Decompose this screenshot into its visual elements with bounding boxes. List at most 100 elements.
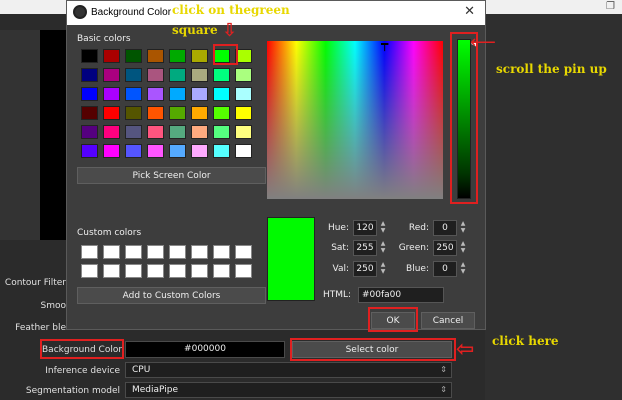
- close-icon[interactable]: ✕: [464, 4, 475, 19]
- updown-icon: ⇕: [440, 385, 447, 394]
- basic-color-swatch[interactable]: [103, 49, 120, 63]
- basic-color-swatch[interactable]: [213, 87, 230, 101]
- updown-icon: ⇕: [440, 365, 447, 374]
- custom-color-swatch[interactable]: [147, 245, 164, 259]
- custom-color-swatch[interactable]: [235, 245, 252, 259]
- custom-color-swatch[interactable]: [191, 245, 208, 259]
- hue-spin-arrows[interactable]: ▲ ▼: [378, 220, 388, 236]
- restore-icon[interactable]: ❐: [606, 1, 615, 12]
- custom-color-swatch[interactable]: [125, 264, 142, 278]
- basic-color-swatch[interactable]: [213, 106, 230, 120]
- highlight-ok-button: [368, 307, 418, 332]
- highlight-green-square: [213, 44, 238, 65]
- basic-color-swatch[interactable]: [125, 87, 142, 101]
- red-spinbox[interactable]: 0: [433, 220, 457, 236]
- custom-color-swatch[interactable]: [169, 264, 186, 278]
- basic-color-swatch[interactable]: [169, 106, 186, 120]
- smooth-label: Smoo: [40, 301, 67, 311]
- basic-color-swatch[interactable]: [169, 68, 186, 82]
- basic-color-swatch[interactable]: [103, 87, 120, 101]
- custom-color-swatch[interactable]: [191, 264, 208, 278]
- basic-color-swatch[interactable]: [81, 106, 98, 120]
- basic-color-swatch[interactable]: [169, 87, 186, 101]
- feather-label: Feather ble: [15, 323, 66, 333]
- custom-color-swatch[interactable]: [103, 264, 120, 278]
- basic-color-swatch[interactable]: [235, 106, 252, 120]
- blue-spin-arrows[interactable]: ▲ ▼: [458, 261, 468, 277]
- custom-colors-label: Custom colors: [77, 228, 142, 238]
- basic-color-swatch[interactable]: [81, 87, 98, 101]
- color-spectrum[interactable]: ┯: [267, 38, 443, 199]
- basic-color-swatch[interactable]: [147, 106, 164, 120]
- basic-color-swatch[interactable]: [81, 49, 98, 63]
- custom-color-swatch[interactable]: [235, 264, 252, 278]
- basic-color-swatch[interactable]: [125, 106, 142, 120]
- color-preview: [267, 217, 315, 301]
- custom-color-swatch[interactable]: [81, 264, 98, 278]
- basic-color-swatch[interactable]: [103, 68, 120, 82]
- pick-screen-color-button[interactable]: Pick Screen Color: [77, 167, 266, 184]
- basic-color-swatch[interactable]: [191, 106, 208, 120]
- custom-color-swatch[interactable]: [81, 245, 98, 259]
- custom-color-swatch[interactable]: [125, 245, 142, 259]
- red-spin-arrows[interactable]: ▲ ▼: [458, 220, 468, 236]
- basic-color-swatch[interactable]: [169, 125, 186, 139]
- basic-color-swatch[interactable]: [169, 49, 186, 63]
- green-spinbox[interactable]: 250: [433, 240, 457, 256]
- custom-color-swatch[interactable]: [147, 264, 164, 278]
- basic-color-swatch[interactable]: [235, 87, 252, 101]
- preview-area: [40, 30, 68, 240]
- basic-color-swatch[interactable]: [213, 125, 230, 139]
- basic-color-swatch[interactable]: [147, 49, 164, 63]
- basic-color-swatch[interactable]: [147, 87, 164, 101]
- basic-color-swatch[interactable]: [191, 144, 208, 158]
- basic-color-swatch[interactable]: [169, 144, 186, 158]
- basic-color-swatch[interactable]: [125, 144, 142, 158]
- custom-color-swatch[interactable]: [213, 245, 230, 259]
- basic-color-swatch[interactable]: [235, 125, 252, 139]
- down-arrow-icon: ⇩: [222, 20, 238, 41]
- basic-color-swatch[interactable]: [235, 68, 252, 82]
- basic-color-swatch[interactable]: [213, 144, 230, 158]
- custom-color-swatch[interactable]: [213, 264, 230, 278]
- basic-color-swatch[interactable]: [147, 68, 164, 82]
- val-spinbox[interactable]: 250: [353, 261, 377, 277]
- cancel-button[interactable]: Cancel: [421, 312, 475, 329]
- sat-spin-arrows[interactable]: ▲ ▼: [378, 240, 388, 256]
- html-field[interactable]: #00fa00: [358, 287, 444, 303]
- basic-color-swatch[interactable]: [235, 144, 252, 158]
- basic-color-swatch[interactable]: [191, 49, 208, 63]
- custom-color-swatch[interactable]: [103, 245, 120, 259]
- basic-color-swatch[interactable]: [147, 125, 164, 139]
- highlight-select-color-button: [290, 338, 456, 361]
- basic-color-swatch[interactable]: [147, 144, 164, 158]
- basic-color-swatch[interactable]: [103, 106, 120, 120]
- hue-spinbox[interactable]: 120: [353, 220, 377, 236]
- dialog-title: Background Color: [91, 7, 172, 18]
- basic-color-swatch[interactable]: [191, 125, 208, 139]
- add-to-custom-colors-button[interactable]: Add to Custom Colors: [77, 287, 266, 304]
- annotation-click-green: click on thegreen: [172, 3, 290, 17]
- green-label: Green:: [398, 243, 429, 253]
- annotation-click-here: click here: [492, 334, 559, 348]
- basic-color-swatch[interactable]: [103, 125, 120, 139]
- segmentation-model-label: Segmentation model: [25, 386, 120, 396]
- inference-device-select[interactable]: CPU ⇕: [125, 362, 452, 378]
- html-label: HTML:: [323, 290, 352, 300]
- basic-color-swatch[interactable]: [191, 68, 208, 82]
- basic-color-swatch[interactable]: [125, 68, 142, 82]
- basic-color-swatch[interactable]: [125, 49, 142, 63]
- basic-color-swatch[interactable]: [125, 125, 142, 139]
- segmentation-model-select[interactable]: MediaPipe ⇕: [125, 382, 452, 398]
- custom-color-swatch[interactable]: [169, 245, 186, 259]
- basic-color-swatch[interactable]: [81, 144, 98, 158]
- green-spin-arrows[interactable]: ▲ ▼: [458, 240, 468, 256]
- basic-color-swatch[interactable]: [81, 68, 98, 82]
- basic-color-swatch[interactable]: [81, 125, 98, 139]
- basic-color-swatch[interactable]: [103, 144, 120, 158]
- basic-color-swatch[interactable]: [213, 68, 230, 82]
- sat-spinbox[interactable]: 255: [353, 240, 377, 256]
- val-spin-arrows[interactable]: ▲ ▼: [378, 261, 388, 277]
- basic-color-swatch[interactable]: [191, 87, 208, 101]
- blue-spinbox[interactable]: 0: [433, 261, 457, 277]
